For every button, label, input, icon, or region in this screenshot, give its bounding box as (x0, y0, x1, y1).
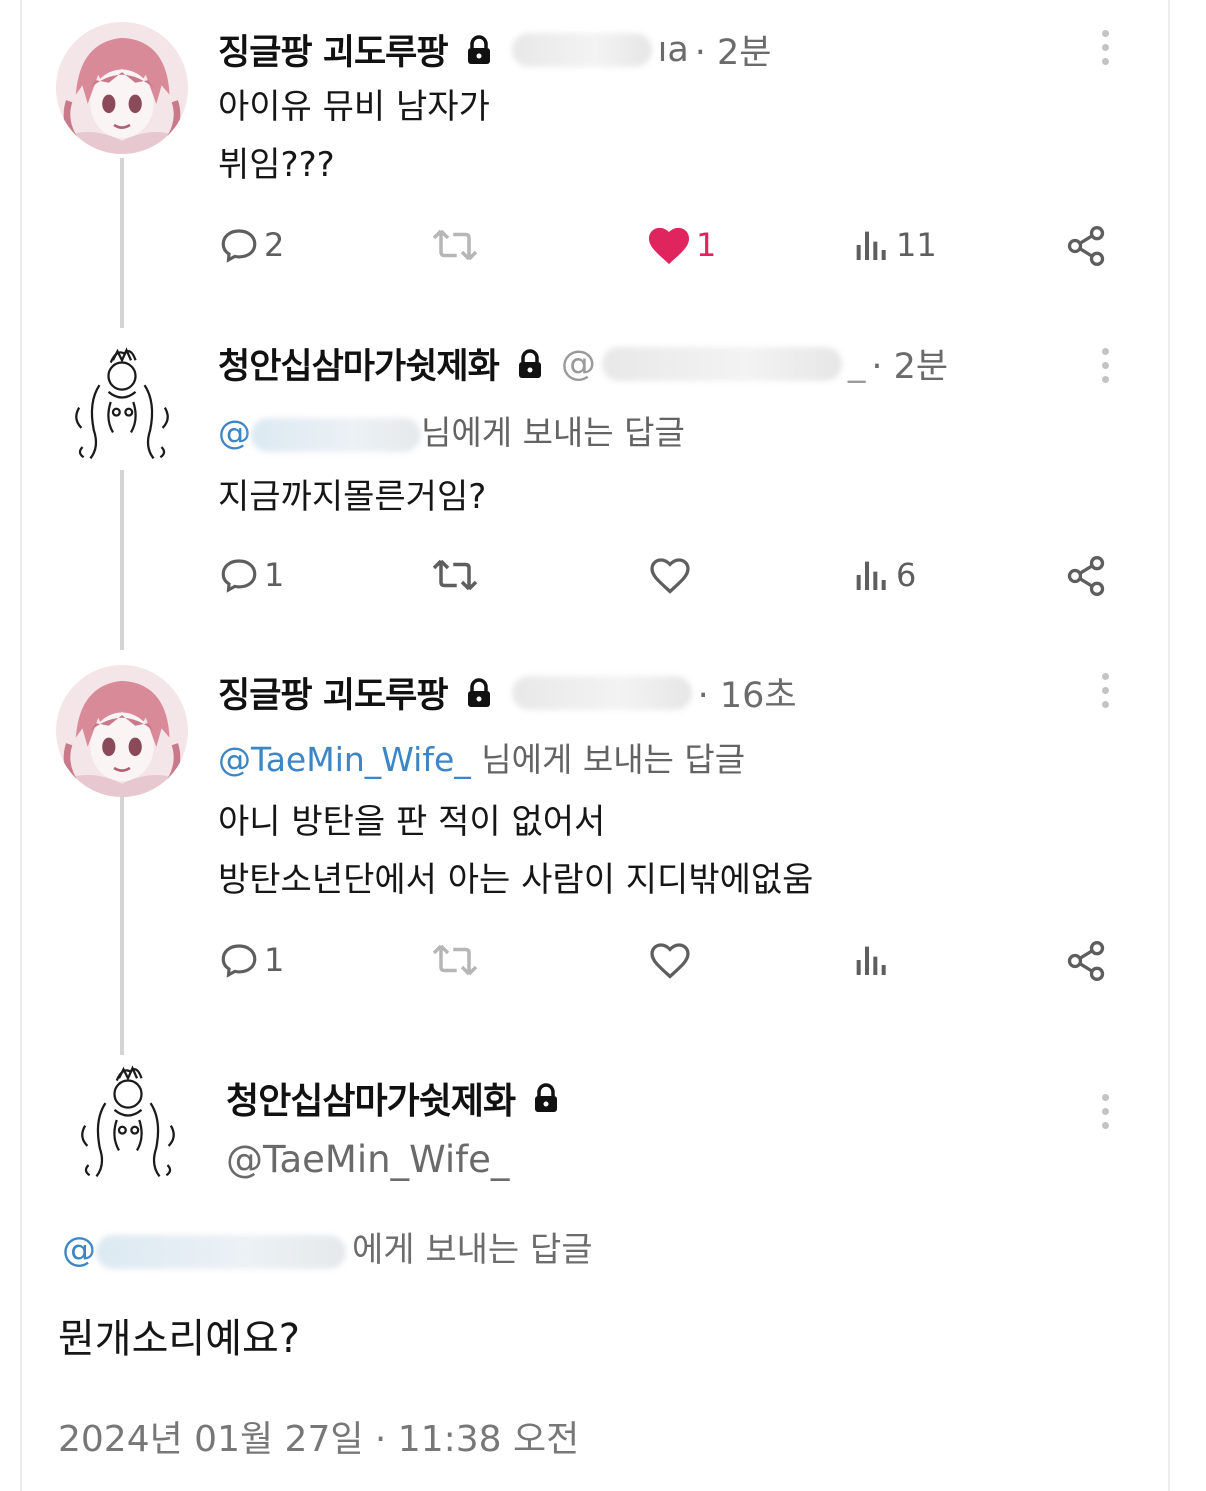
lock-icon (535, 1083, 558, 1112)
tweet[interactable]: 징글팡 괴도루팡 ıa · 2분 아이유 뮤비 남자가 뷔임??? 2 1 11 (0, 0, 1206, 300)
tweet-text-line: 방탄소년단에서 아는 사람이 지디밖에없움 (218, 860, 814, 900)
share-icon (1067, 226, 1105, 266)
share-icon (1067, 941, 1105, 981)
reply-count: 1 (264, 556, 285, 594)
like-button[interactable]: 1 (646, 224, 716, 266)
tweet-time[interactable]: · 2분 (695, 24, 772, 75)
tweet-header: 징글팡 괴도루팡 ıa · 2분 (218, 24, 772, 75)
retweet-icon (432, 229, 478, 261)
action-bar: 1 6 (218, 554, 1118, 604)
tweet-time[interactable]: · 2분 (871, 338, 948, 389)
reply-button[interactable]: 2 (218, 224, 284, 266)
more-icon[interactable] (1100, 1094, 1110, 1136)
display-name[interactable]: 청안십삼마가쉿제화 (226, 1072, 516, 1124)
reply-to-line: @ 에게 보내는 답글 (62, 1222, 593, 1271)
reply-count: 1 (264, 941, 285, 979)
reply-to-handle[interactable]: @TaeMin_Wife_ (218, 740, 471, 779)
reply-to-text: 에게 보내는 답글 (352, 1230, 593, 1270)
handle-fragment: @ (560, 343, 596, 384)
avatar-anime[interactable] (56, 665, 188, 797)
sketch-avatar-icon (65, 340, 179, 464)
anime-avatar-icon (56, 22, 188, 154)
share-button[interactable] (1064, 554, 1108, 598)
heart-icon (648, 227, 690, 265)
share-button[interactable] (1064, 224, 1108, 268)
handle-fragment-tail: _ (847, 343, 866, 384)
views-button[interactable]: 6 (852, 554, 916, 596)
reply-to-handle[interactable]: @ (218, 413, 251, 452)
author-handle[interactable]: @TaeMin_Wife_ (226, 1138, 559, 1181)
lock-icon (467, 34, 490, 64)
views-button[interactable] (852, 939, 892, 981)
lock-icon (467, 677, 490, 707)
share-icon (1067, 556, 1105, 596)
handle-redacted (601, 346, 842, 381)
view-count: 11 (896, 226, 937, 264)
more-icon[interactable] (1100, 673, 1110, 715)
main-tweet: 청안십삼마가쉿제화 @TaeMin_Wife_ @ 에게 보내는 답글 뭔개소리예… (0, 1050, 1206, 1491)
retweet-button[interactable] (430, 224, 480, 266)
author-name-row: 청안십삼마가쉿제화 (226, 1072, 559, 1124)
tweet-text: 아이유 뮤비 남자가 뷔임??? (218, 78, 490, 194)
reply-handle-redacted (96, 1234, 346, 1269)
avatar-sketch[interactable] (70, 1058, 186, 1182)
like-button[interactable] (648, 554, 692, 596)
view-count: 6 (896, 556, 917, 594)
tweet-text-line: 뷔임??? (218, 145, 335, 185)
views-icon (856, 231, 886, 260)
author-block: 청안십삼마가쉿제화 @TaeMin_Wife_ (226, 1072, 559, 1181)
avatar-anime[interactable] (56, 22, 188, 154)
reply-to-line: @TaeMin_Wife_ 님에게 보내는 답글 (218, 733, 745, 781)
display-name[interactable]: 징글팡 괴도루팡 (218, 24, 449, 75)
more-icon[interactable] (1100, 348, 1110, 390)
reply-handle-redacted (251, 417, 421, 452)
handle-redacted (511, 32, 652, 67)
reply-icon (221, 229, 257, 263)
avatar-sketch[interactable] (64, 340, 180, 464)
retweet-button[interactable] (430, 554, 480, 596)
lock-icon (518, 348, 541, 378)
tweet[interactable]: 청안십삼마가쉿제화 @ _ · 2분 @ 님에게 보내는 답글 지금까지몰른거임?… (0, 320, 1206, 640)
tweet-text: 지금까지몰른거임? (218, 468, 486, 526)
handle-redacted (511, 675, 692, 710)
tweet-header: 징글팡 괴도루팡 · 16초 (218, 667, 797, 718)
anime-avatar-icon (56, 665, 188, 797)
heart-icon (650, 558, 690, 594)
main-tweet-text: 뭔개소리예요? (58, 1316, 301, 1362)
sketch-avatar-icon (71, 1058, 185, 1182)
like-count: 1 (696, 226, 717, 264)
tweet-text-line: 아이유 뮤비 남자가 (218, 87, 490, 127)
retweet-button[interactable] (430, 939, 480, 981)
tweet-header: 청안십삼마가쉿제화 @ _ · 2분 (218, 338, 948, 389)
reply-icon (221, 559, 257, 593)
reply-count: 2 (264, 226, 285, 264)
action-bar: 2 1 11 (218, 224, 1118, 274)
reply-to-text: 님에게 보내는 답글 (470, 740, 746, 779)
views-icon (856, 946, 886, 975)
display-name[interactable]: 징글팡 괴도루팡 (218, 667, 449, 718)
retweet-icon (432, 944, 478, 976)
tweet-text: 아니 방탄을 판 적이 없어서 방탄소년단에서 아는 사람이 지디밖에없움 (218, 793, 813, 909)
retweet-icon (432, 559, 478, 591)
reply-button[interactable]: 1 (218, 554, 284, 596)
display-name[interactable]: 청안십삼마가쉿제화 (218, 338, 500, 389)
reply-to-line: @ 님에게 보내는 답글 (218, 406, 685, 454)
tweet-text-line: 아니 방탄을 판 적이 없어서 (218, 802, 606, 842)
handle-fragment: ıa (657, 29, 689, 70)
views-button[interactable]: 11 (852, 224, 937, 266)
reply-icon (221, 944, 257, 978)
like-button[interactable] (648, 939, 692, 981)
reply-button[interactable]: 1 (218, 939, 284, 981)
more-icon[interactable] (1100, 30, 1110, 72)
reply-to-handle[interactable]: @ (62, 1230, 96, 1270)
tweet-text-line: 지금까지몰른거임? (218, 477, 487, 517)
action-bar: 1 (218, 939, 1118, 989)
tweet-timestamp[interactable]: 2024년 01월 27일 · 11:38 오전 (58, 1410, 579, 1462)
tweet[interactable]: 징글팡 괴도루팡 · 16초 @TaeMin_Wife_ 님에게 보내는 답글 … (0, 645, 1206, 1025)
reply-to-text: 님에게 보내는 답글 (421, 413, 685, 452)
share-button[interactable] (1064, 939, 1108, 983)
tweet-time[interactable]: · 16초 (698, 667, 797, 718)
heart-icon (650, 943, 690, 979)
views-icon (856, 561, 886, 590)
